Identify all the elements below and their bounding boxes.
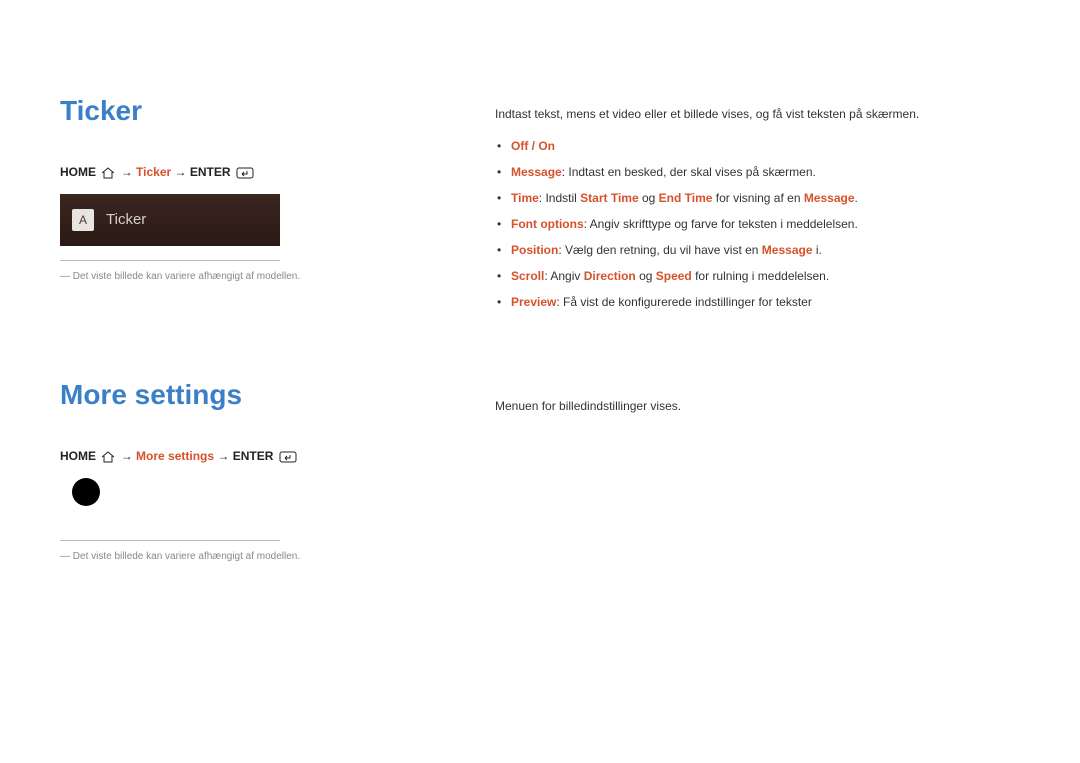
bullet-scroll: Scroll: Angiv Direction og Speed for rul…: [511, 267, 1020, 285]
bullet-font: Font options: Angiv skrifttype og farve …: [511, 215, 1020, 233]
intro-more: Menuen for billedindstillinger vises.: [495, 397, 1020, 415]
nav-path-ticker: HOME → Ticker → ENTER: [60, 165, 390, 180]
enter-icon: [279, 450, 297, 464]
footnote-more: Det viste billede kan variere afhængigt …: [60, 549, 390, 564]
nav-arrow: →: [175, 165, 190, 179]
screenshot-badge: A: [72, 209, 94, 231]
bullet-position: Position: Vælg den retning, du vil have …: [511, 241, 1020, 259]
bullet-time: Time: Indstil Start Time og End Time for…: [511, 189, 1020, 207]
footnote-ticker: Det viste billede kan variere afhængigt …: [60, 269, 390, 284]
enter-icon: [236, 166, 254, 180]
nav-arrow: →: [217, 449, 232, 463]
nav-home: HOME: [60, 165, 96, 179]
nav-path-more: HOME → More settings → ENTER: [60, 449, 390, 464]
home-icon: [101, 450, 115, 464]
more-settings-icon: [72, 478, 100, 506]
nav-mid: More settings: [136, 449, 214, 463]
nav-enter: ENTER: [233, 449, 274, 463]
bullet-preview: Preview: Få vist de konfigurerede indsti…: [511, 293, 1020, 311]
nav-arrow: →: [121, 165, 136, 179]
section-title-ticker: Ticker: [60, 95, 390, 127]
bullet-message: Message: Indtast en besked, der skal vis…: [511, 163, 1020, 181]
nav-mid: Ticker: [136, 165, 171, 179]
intro-text: Indtast tekst, mens et video eller et bi…: [495, 105, 1020, 123]
divider: [60, 260, 280, 261]
nav-home: HOME: [60, 449, 96, 463]
divider: [60, 540, 280, 541]
nav-enter: ENTER: [190, 165, 231, 179]
bullet-off-on: Off / On: [511, 137, 1020, 155]
home-icon: [101, 166, 115, 180]
screenshot-label: Ticker: [106, 211, 146, 228]
nav-arrow: →: [121, 449, 136, 463]
screenshot-ticker: A Ticker: [60, 194, 280, 246]
section-title-more: More settings: [60, 379, 390, 411]
